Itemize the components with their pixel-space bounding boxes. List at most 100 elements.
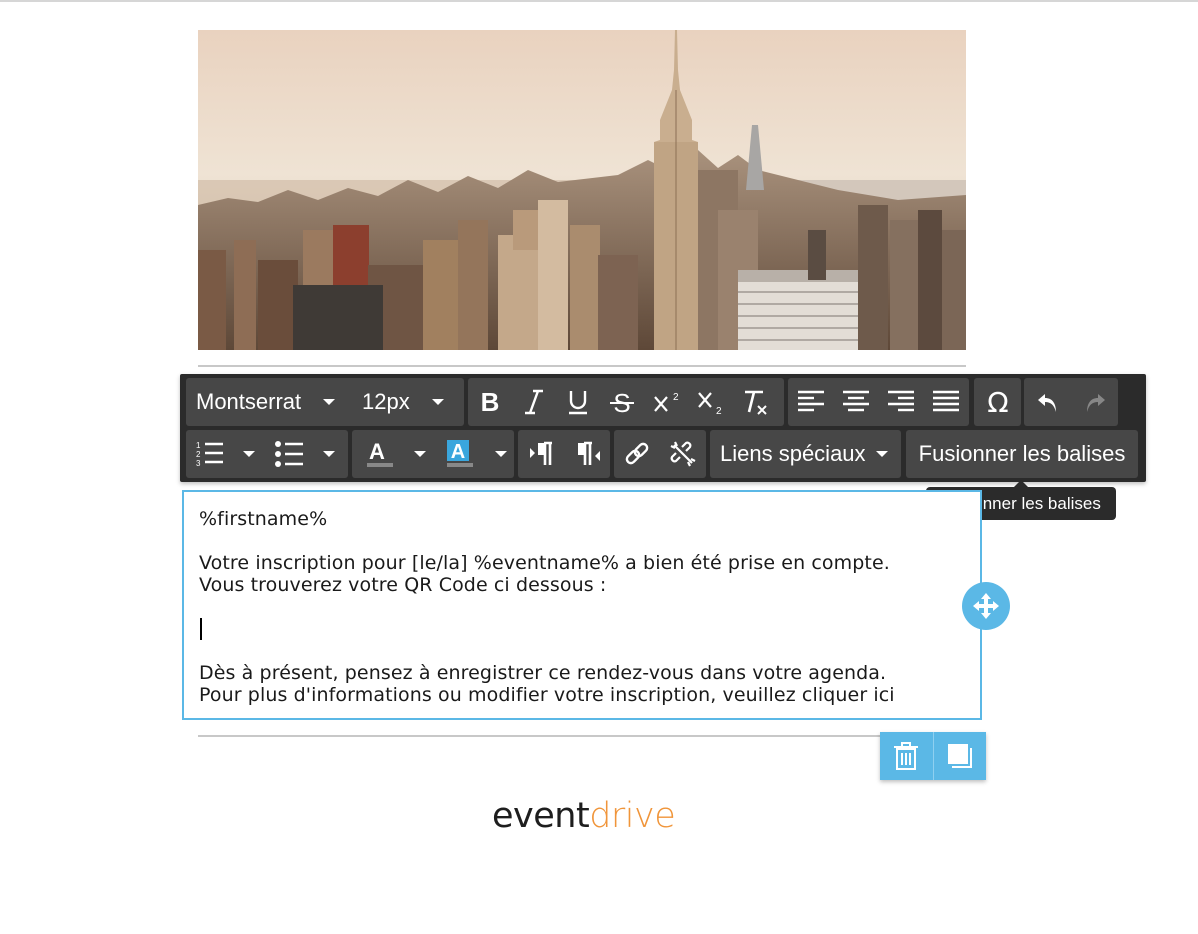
strikethrough-button[interactable]: S (600, 378, 644, 426)
text-cursor (200, 618, 202, 640)
text-color-icon: A (367, 439, 393, 467)
subscript-icon: 2 (698, 392, 722, 415)
font-family-dropdown[interactable]: Montserrat (186, 378, 346, 426)
svg-text:A: A (451, 441, 465, 463)
font-family-value: Montserrat (196, 389, 302, 414)
svg-text:3: 3 (196, 459, 201, 468)
top-border (0, 0, 1198, 2)
duplicate-block-button[interactable] (932, 732, 987, 780)
editor-line: Dès à présent, pensez à enregistrer ce r… (199, 662, 887, 684)
strikethrough-icon: S (610, 389, 634, 415)
italic-button[interactable] (512, 378, 556, 426)
merge-tags-group: Fusionner les balises (906, 430, 1138, 478)
section-divider (198, 735, 966, 737)
background-color-dropdown[interactable] (488, 430, 514, 478)
unlink-button[interactable] (660, 430, 706, 478)
editor-line: Pour plus d'informations ou modifier vot… (199, 684, 895, 706)
chevron-down-icon (414, 451, 426, 457)
chevron-down-icon (495, 451, 507, 457)
svg-text:2: 2 (673, 392, 679, 403)
svg-text:Ω: Ω (987, 388, 1008, 416)
align-left-icon (797, 390, 824, 412)
special-links-group: Liens spéciaux (710, 430, 901, 478)
chevron-down-icon (875, 451, 888, 457)
alignment-controls (788, 378, 969, 426)
text-editor[interactable]: %firstname% Votre inscription pour [le/l… (182, 490, 982, 720)
svg-text:B: B (481, 390, 500, 414)
move-arrows-icon (973, 593, 999, 619)
align-justify-button[interactable] (923, 378, 968, 426)
bold-icon: B (481, 390, 500, 414)
logo-part1: event (492, 796, 590, 836)
list-controls: 123 (186, 430, 348, 478)
eventdrive-logo: eventdrive (492, 796, 676, 836)
color-controls: A A (352, 430, 514, 478)
unlink-icon (670, 441, 696, 467)
font-size-value: 12px (362, 389, 410, 414)
trash-icon (894, 742, 919, 770)
format-controls: B S 2 2 (468, 378, 784, 426)
ordered-list-dropdown[interactable] (234, 430, 264, 478)
paragraph-ltr-icon (530, 441, 552, 465)
special-char-button[interactable]: Ω (974, 378, 1021, 426)
bullet-list-icon (275, 441, 303, 467)
subscript-button[interactable]: 2 (688, 378, 732, 426)
undo-icon (1037, 394, 1056, 412)
rich-text-toolbar: Montserrat 12px B S 2 2 Ω 1 2 3 A A Lien… (180, 374, 1146, 482)
special-links-label: Liens spéciaux (720, 441, 866, 466)
background-color-icon: A (447, 440, 473, 467)
svg-text:A: A (369, 439, 385, 464)
svg-text:1: 1 (196, 441, 201, 450)
svg-text:2: 2 (716, 406, 722, 415)
editor-line: %firstname% (199, 508, 328, 530)
font-size-dropdown[interactable]: 12px (346, 378, 456, 426)
editor-line: Votre inscription pour [le/la] %eventnam… (199, 552, 890, 574)
insert-link-button[interactable] (614, 430, 660, 478)
ltr-button[interactable] (518, 430, 564, 478)
text-color-dropdown[interactable] (408, 430, 432, 478)
align-left-button[interactable] (788, 378, 833, 426)
ordered-list-icon: 123 (196, 441, 223, 468)
redo-icon (1086, 394, 1105, 412)
superscript-icon: 2 (654, 392, 679, 412)
merge-tags-button[interactable]: Fusionner les balises (906, 430, 1138, 478)
paragraph-rtl-icon (578, 441, 600, 465)
align-justify-icon (932, 390, 959, 412)
background-color-button[interactable]: A (432, 430, 488, 478)
move-block-button[interactable] (962, 582, 1010, 630)
duplicate-icon (947, 744, 972, 768)
section-divider (198, 365, 966, 367)
header-image[interactable] (198, 30, 966, 350)
delete-block-button[interactable] (880, 732, 933, 780)
merge-tags-label: Fusionner les balises (918, 441, 1126, 466)
bullet-list-dropdown[interactable] (314, 430, 344, 478)
align-center-icon (842, 390, 869, 412)
chevron-down-icon (431, 399, 444, 405)
text-color-button[interactable]: A (352, 430, 408, 478)
editor-line: Vous trouverez votre QR Code ci dessous … (199, 574, 607, 596)
align-right-icon (887, 390, 914, 412)
link-controls (614, 430, 706, 478)
bold-button[interactable]: B (468, 378, 512, 426)
underline-button[interactable] (556, 378, 600, 426)
superscript-button[interactable]: 2 (644, 378, 688, 426)
font-controls: Montserrat 12px (186, 378, 464, 426)
chevron-down-icon (243, 451, 255, 457)
direction-controls (518, 430, 610, 478)
special-links-dropdown[interactable]: Liens spéciaux (710, 430, 901, 478)
clear-format-icon (745, 390, 767, 415)
ordered-list-button[interactable]: 123 (186, 430, 234, 478)
bullet-list-button[interactable] (264, 430, 314, 478)
rtl-button[interactable] (564, 430, 610, 478)
symbol-controls: Ω (974, 378, 1021, 426)
chevron-down-icon (323, 451, 335, 457)
align-center-button[interactable] (833, 378, 878, 426)
block-actions (880, 732, 986, 780)
undo-button[interactable] (1024, 378, 1071, 426)
italic-icon (525, 389, 543, 415)
clear-format-button[interactable] (732, 378, 778, 426)
logo-part2: drive (589, 796, 676, 836)
align-right-button[interactable] (878, 378, 923, 426)
redo-button[interactable] (1071, 378, 1118, 426)
chevron-down-icon (323, 399, 336, 405)
